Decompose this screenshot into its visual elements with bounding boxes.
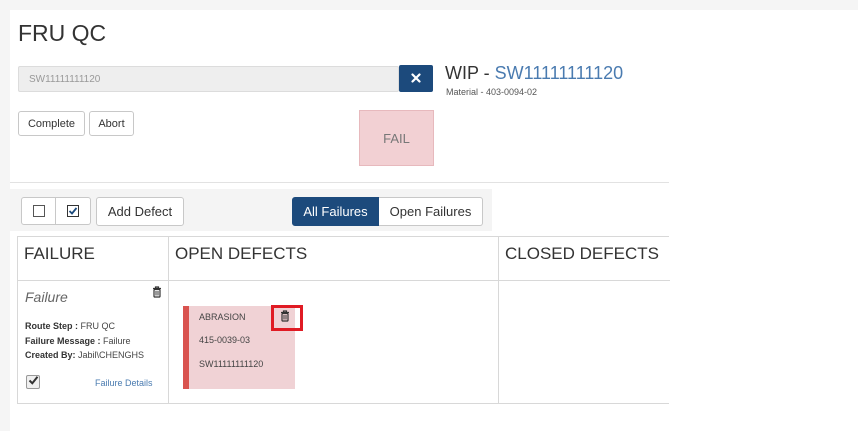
failure-message: Failure Message : Failure bbox=[25, 336, 131, 346]
open-defects-header: OPEN DEFECTS bbox=[169, 237, 498, 281]
defect-part-number: 415-0039-03 bbox=[199, 335, 251, 345]
status-badge: FAIL bbox=[359, 110, 434, 166]
wip-prefix: WIP - bbox=[445, 63, 495, 83]
trash-icon bbox=[152, 285, 162, 303]
complete-button[interactable]: Complete bbox=[18, 111, 85, 136]
wip-search-input[interactable] bbox=[18, 66, 399, 92]
failure-checkbox[interactable] bbox=[26, 375, 40, 389]
unchecked-box-icon bbox=[32, 205, 45, 217]
open-defects-column: OPEN DEFECTS ABRASION 415-0039-03 SW1111… bbox=[169, 237, 499, 403]
failure-column: FAILURE Failure Route Step : FRU QC Fail… bbox=[18, 237, 169, 403]
checkmark-icon bbox=[28, 373, 39, 391]
select-none-button[interactable] bbox=[21, 197, 56, 225]
clear-search-button[interactable] bbox=[399, 65, 433, 92]
failure-details-link[interactable]: Failure Details bbox=[95, 378, 153, 388]
closed-defects-column: CLOSED DEFECTS bbox=[499, 237, 670, 403]
tab-open-failures[interactable]: Open Failures bbox=[379, 197, 483, 226]
tab-all-failures[interactable]: All Failures bbox=[292, 197, 379, 226]
highlight-box bbox=[271, 305, 303, 331]
route-step: Route Step : FRU QC bbox=[25, 321, 116, 331]
wip-serial-link[interactable]: SW11111111120 bbox=[495, 63, 623, 83]
status-text: FAIL bbox=[383, 130, 410, 146]
page-title: FRU QC bbox=[18, 20, 107, 46]
created-by: Created By: Jabil\CHENGHS bbox=[25, 350, 145, 360]
material-number: Material - 403-0094-02 bbox=[446, 87, 538, 97]
closed-defects-header: CLOSED DEFECTS bbox=[499, 237, 670, 281]
defect-serial: SW11111111120 bbox=[199, 359, 264, 369]
add-defect-button[interactable]: Add Defect bbox=[96, 197, 184, 226]
failure-column-header: FAILURE bbox=[18, 237, 168, 281]
failure-title: Failure bbox=[25, 289, 68, 305]
failures-grid: FAILURE Failure Route Step : FRU QC Fail… bbox=[17, 236, 670, 404]
defect-type: ABRASION bbox=[199, 312, 246, 322]
section-divider bbox=[10, 182, 669, 183]
close-icon bbox=[411, 71, 421, 86]
abort-button[interactable]: Abort bbox=[89, 111, 134, 136]
checked-box-icon bbox=[67, 205, 79, 217]
delete-failure-button[interactable] bbox=[150, 285, 164, 303]
wip-heading: WIP - SW11111111120 bbox=[445, 63, 623, 84]
select-all-button[interactable] bbox=[56, 197, 91, 225]
